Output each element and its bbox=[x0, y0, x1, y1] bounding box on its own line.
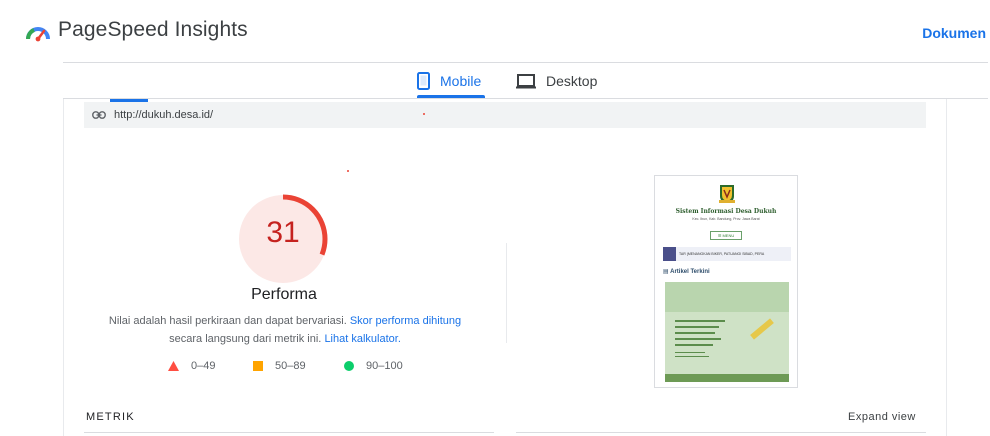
laptop-icon bbox=[516, 74, 536, 89]
village-crest-icon bbox=[719, 185, 735, 203]
tab-mobile-label: Mobile bbox=[440, 73, 482, 89]
poster-text-line bbox=[675, 320, 725, 322]
category-title: Performa bbox=[251, 286, 317, 303]
circle-icon bbox=[344, 361, 354, 371]
legend-pass-label: 90–100 bbox=[366, 360, 403, 372]
page-screenshot-thumbnail[interactable]: Sistem Informasi Desa Dukuh Kec. Ibun, K… bbox=[654, 175, 798, 388]
triangle-icon bbox=[168, 361, 179, 371]
top-app-bar: PageSpeed Insights Dokumen bbox=[0, 0, 990, 62]
legend-average: 50–89 bbox=[253, 359, 306, 373]
poster-text-line bbox=[675, 338, 721, 340]
header-divider bbox=[63, 62, 988, 63]
score-calc-link[interactable]: Skor performa dihitung bbox=[350, 315, 461, 327]
pagespeed-logo-icon[interactable] bbox=[26, 22, 50, 42]
metrics-divider-left bbox=[84, 432, 494, 433]
card-border-right bbox=[946, 99, 947, 436]
red-dot bbox=[347, 170, 349, 172]
thumbnail-menu-button: ☰ MENU bbox=[710, 231, 742, 240]
poster-text-line bbox=[675, 352, 705, 353]
thumbnail-articles-heading: ▤ Artikel Terkini bbox=[663, 269, 710, 275]
tab-desktop-label: Desktop bbox=[546, 73, 598, 89]
thumbnail-news-text: TAR (MENANGKAN BIKER, PATUANGI SIBAD, PE… bbox=[679, 252, 765, 256]
thumbnail-news-tag bbox=[663, 247, 676, 261]
thumbnail-site-title: Sistem Informasi Desa Dukuh bbox=[675, 208, 777, 215]
tab-desktop[interactable]: Desktop bbox=[516, 66, 597, 96]
poster-header-band bbox=[665, 282, 789, 312]
square-icon bbox=[253, 361, 263, 371]
tested-url[interactable]: http://dukuh.desa.id/ bbox=[114, 109, 213, 121]
poster-text-line bbox=[675, 332, 715, 334]
app-title[interactable]: PageSpeed Insights bbox=[58, 18, 248, 42]
metrics-divider-right bbox=[516, 432, 926, 433]
score-description: Nilai adalah hasil perkiraan dan dapat b… bbox=[95, 312, 475, 348]
pencil-icon bbox=[750, 318, 774, 340]
documentation-link[interactable]: Dokumen bbox=[922, 25, 986, 41]
poster-text-line bbox=[675, 326, 719, 328]
desc-text-2: secara langsung dari metrik ini. bbox=[169, 333, 322, 345]
thumbnail-news-ticker: TAR (MENANGKAN BIKER, PATUANGI SIBAD, PE… bbox=[663, 247, 791, 261]
legend-pass: 90–100 bbox=[344, 359, 403, 373]
tabs-divider bbox=[63, 98, 988, 99]
card-border-left bbox=[63, 99, 64, 436]
legend-average-label: 50–89 bbox=[275, 360, 306, 372]
expand-view-button[interactable]: Expand view bbox=[848, 411, 916, 423]
tab-mobile[interactable]: Mobile bbox=[417, 66, 481, 96]
thumbnail-article-poster bbox=[665, 282, 789, 382]
performance-score: 31 bbox=[266, 216, 300, 249]
section-divider bbox=[506, 243, 507, 343]
metrics-heading: METRIK bbox=[86, 411, 135, 423]
phone-icon bbox=[417, 72, 430, 90]
legend-fail-label: 0–49 bbox=[191, 360, 216, 372]
poster-footer-band bbox=[665, 374, 789, 382]
poster-text-line bbox=[675, 356, 709, 357]
link-icon bbox=[92, 111, 106, 119]
calculator-link[interactable]: Lihat kalkulator. bbox=[324, 333, 400, 345]
legend-fail: 0–49 bbox=[168, 359, 215, 373]
desc-text: Nilai adalah hasil perkiraan dan dapat b… bbox=[108, 315, 347, 327]
poster-text-line bbox=[675, 344, 713, 346]
thumbnail-site-subtitle: Kec. Ibun, Kab. Bandung, Prov. Jawa Bara… bbox=[692, 217, 760, 221]
red-dot bbox=[423, 113, 425, 115]
url-bar: http://dukuh.desa.id/ bbox=[84, 102, 926, 128]
